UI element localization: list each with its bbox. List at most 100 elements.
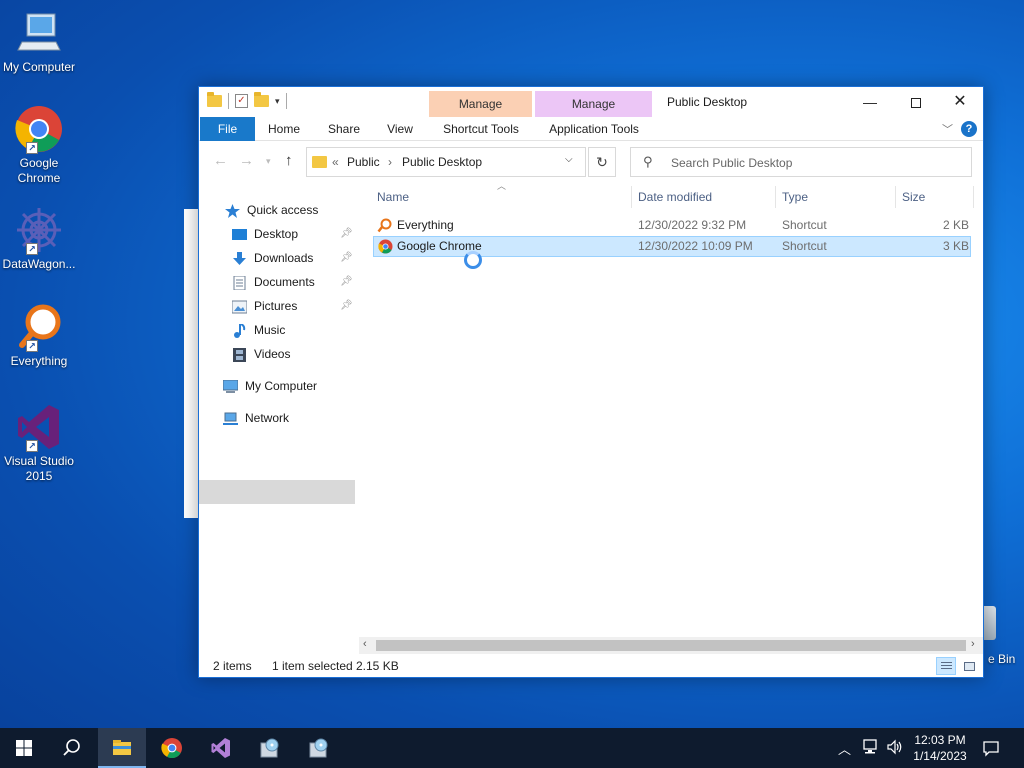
- pin-icon[interactable]: 📌︎: [340, 295, 353, 317]
- nav-my-computer[interactable]: My Computer: [222, 375, 355, 397]
- column-header-date-modified[interactable]: Date modified: [638, 187, 712, 207]
- scrollbar-thumb[interactable]: [376, 640, 966, 651]
- shortcut-tools-manage-label: Manage: [429, 91, 532, 117]
- visual-studio-icon: ↗: [14, 402, 64, 452]
- nav-item-desktop[interactable]: Desktop 📌︎: [232, 223, 357, 245]
- desktop-icon-label: My Computer: [2, 60, 76, 74]
- clock-date: 1/14/2023: [913, 749, 967, 763]
- nav-item-downloads[interactable]: Downloads 📌︎: [232, 247, 357, 269]
- taskbar-file-explorer[interactable]: [98, 728, 146, 768]
- nav-label: Videos: [254, 347, 291, 361]
- desktop-icon-label: Visual Studio 2015: [4, 454, 74, 483]
- window-title: Public Desktop: [667, 95, 748, 109]
- notifications-button[interactable]: [982, 739, 1000, 768]
- taskbar-google-chrome[interactable]: [148, 728, 196, 768]
- pin-icon[interactable]: 📌︎: [340, 271, 353, 293]
- start-button[interactable]: [0, 728, 48, 768]
- navigation-pane: Quick access Desktop 📌︎ Downloads 📌︎ Doc…: [199, 191, 359, 651]
- column-divider[interactable]: [973, 186, 974, 208]
- toolbar-separator: [285, 93, 287, 109]
- customize-toolbar-dropdown-icon[interactable]: ▾: [275, 96, 280, 107]
- desktop-icon-label: Google Chrome: [17, 156, 61, 185]
- nav-quick-access[interactable]: Quick access: [225, 199, 355, 221]
- pin-icon[interactable]: 📌︎: [340, 223, 353, 245]
- file-explorer-window: ✓ ▾ Manage Manage Public Desktop — ✕ Fil…: [198, 86, 984, 678]
- nav-item-pictures[interactable]: Pictures 📌︎: [231, 295, 357, 317]
- search-button[interactable]: [48, 728, 96, 768]
- breadcrumb-public-desktop[interactable]: Public Desktop: [402, 155, 482, 169]
- column-divider[interactable]: [631, 186, 632, 208]
- tab-share[interactable]: Share: [319, 117, 369, 141]
- column-header-name[interactable]: Name: [377, 187, 409, 207]
- downloads-arrow-icon: [232, 251, 247, 265]
- forward-arrow-icon[interactable]: →: [239, 152, 254, 169]
- desktop-icon-datawagon[interactable]: ↗ DataWagon...: [0, 205, 78, 272]
- back-arrow-icon[interactable]: ←: [213, 152, 228, 169]
- address-bar[interactable]: « Public › Public Desktop ⌵: [306, 147, 586, 177]
- minimize-button[interactable]: —: [847, 87, 893, 117]
- breadcrumb-overflow-icon[interactable]: «: [332, 155, 339, 169]
- taskbar-visual-studio[interactable]: [197, 728, 245, 768]
- datawagon-icon: ↗: [14, 205, 64, 255]
- tab-shortcut-tools[interactable]: Shortcut Tools: [431, 117, 531, 141]
- tab-file[interactable]: File: [200, 117, 255, 141]
- folder-icon[interactable]: [207, 92, 222, 107]
- nav-label: My Computer: [245, 379, 318, 393]
- tab-application-tools[interactable]: Application Tools: [537, 117, 651, 141]
- desktop-icon-recycle-bin[interactable]: e Bin: [984, 600, 1024, 670]
- setup-disc-icon: [260, 738, 279, 758]
- windows-logo-icon: [16, 740, 32, 756]
- volume-tray-icon[interactable]: [886, 738, 904, 768]
- desktop-icon-everything[interactable]: ↗ Everything: [0, 302, 78, 369]
- column-header-size[interactable]: Size: [902, 187, 925, 207]
- scroll-right-arrow-icon[interactable]: ›: [971, 638, 975, 650]
- desktop-icon-visual-studio[interactable]: ↗ Visual Studio 2015: [0, 402, 78, 484]
- file-name: Everything: [397, 218, 454, 232]
- details-view-button[interactable]: [936, 657, 956, 675]
- address-dropdown-icon[interactable]: ⌵: [565, 154, 573, 165]
- network-tray-icon[interactable]: [862, 738, 880, 768]
- documents-icon: [232, 275, 247, 291]
- expand-ribbon-chevron-icon[interactable]: ﹀: [942, 121, 953, 137]
- search-placeholder: Search Public Desktop: [671, 156, 793, 170]
- show-hidden-icons-chevron-icon[interactable]: ︿: [838, 739, 851, 768]
- nav-network[interactable]: Network: [223, 407, 355, 429]
- file-size: 2 KB: [943, 218, 970, 232]
- maximize-button[interactable]: [893, 87, 939, 117]
- tab-view[interactable]: View: [375, 117, 425, 141]
- tab-home[interactable]: Home: [259, 117, 309, 141]
- file-row-google-chrome[interactable]: Google Chrome 12/30/2022 10:09 PM Shortc…: [373, 236, 971, 257]
- scroll-left-arrow-icon[interactable]: ‹: [363, 638, 367, 650]
- column-header-type[interactable]: Type: [782, 187, 808, 207]
- ribbon-tab-bar: File Home Share View Shortcut Tools Appl…: [199, 117, 983, 141]
- file-row-everything[interactable]: Everything 12/30/2022 9:32 PM Shortcut 2…: [373, 215, 971, 236]
- nav-item-music[interactable]: Music: [232, 319, 357, 341]
- nav-item-videos[interactable]: Videos: [232, 343, 357, 365]
- maximize-icon: [911, 98, 921, 109]
- horizontal-scrollbar[interactable]: ‹ ›: [359, 637, 983, 654]
- file-size: 3 KB: [943, 239, 970, 253]
- search-input[interactable]: ⚲ Search Public Desktop: [630, 147, 972, 177]
- pin-icon[interactable]: 📌︎: [340, 247, 353, 269]
- properties-icon[interactable]: ✓: [235, 94, 248, 108]
- pictures-icon: [231, 299, 248, 314]
- details-view-icon: [941, 662, 952, 671]
- up-arrow-icon[interactable]: ↑: [285, 152, 293, 169]
- taskbar-clock[interactable]: 12:03 PM 1/14/2023: [908, 732, 972, 764]
- recent-locations-chevron-icon[interactable]: ▾: [266, 156, 271, 167]
- column-divider[interactable]: [895, 186, 896, 208]
- new-folder-icon[interactable]: [254, 92, 269, 107]
- clock-time: 12:03 PM: [914, 733, 966, 747]
- desktop-icon-my-computer[interactable]: My Computer: [0, 8, 78, 75]
- large-icons-view-button[interactable]: [959, 657, 979, 675]
- close-button[interactable]: ✕: [937, 87, 983, 117]
- help-icon[interactable]: ?: [961, 121, 977, 137]
- status-selection-size: 2.15 KB: [356, 659, 399, 673]
- desktop-icon-google-chrome[interactable]: ↗ Google Chrome: [0, 104, 78, 186]
- breadcrumb-public[interactable]: Public: [347, 155, 380, 169]
- taskbar-app-2[interactable]: [295, 728, 343, 768]
- column-divider[interactable]: [775, 186, 776, 208]
- nav-item-documents[interactable]: Documents 📌︎: [232, 271, 357, 293]
- taskbar-app-1[interactable]: [246, 728, 294, 768]
- refresh-button[interactable]: ↻: [588, 147, 616, 177]
